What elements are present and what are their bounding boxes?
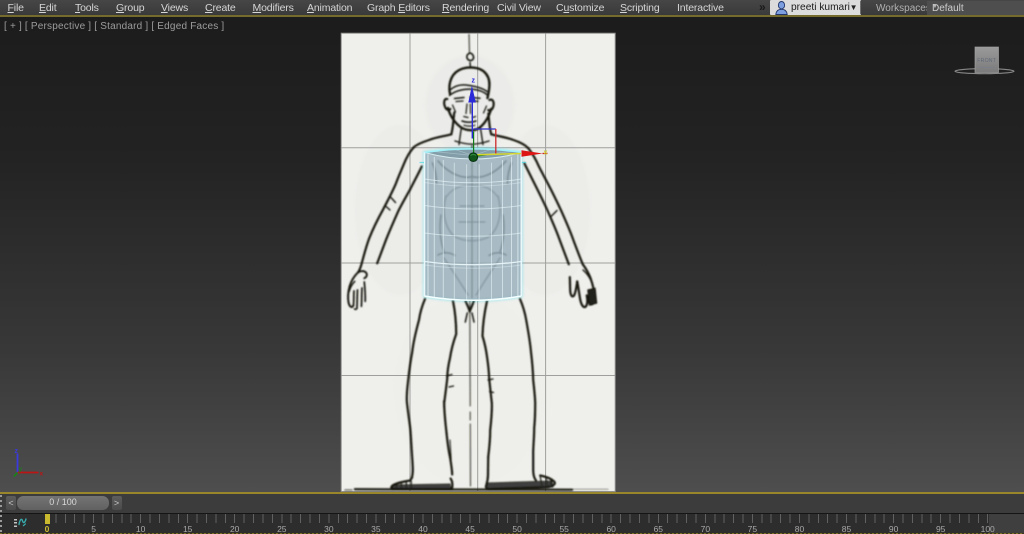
svg-text:x: x xyxy=(40,471,44,478)
svg-text:z: z xyxy=(15,448,19,455)
svg-text:x: x xyxy=(544,150,548,157)
svg-text:FRONT: FRONT xyxy=(977,58,996,64)
svg-text:z: z xyxy=(472,78,476,85)
